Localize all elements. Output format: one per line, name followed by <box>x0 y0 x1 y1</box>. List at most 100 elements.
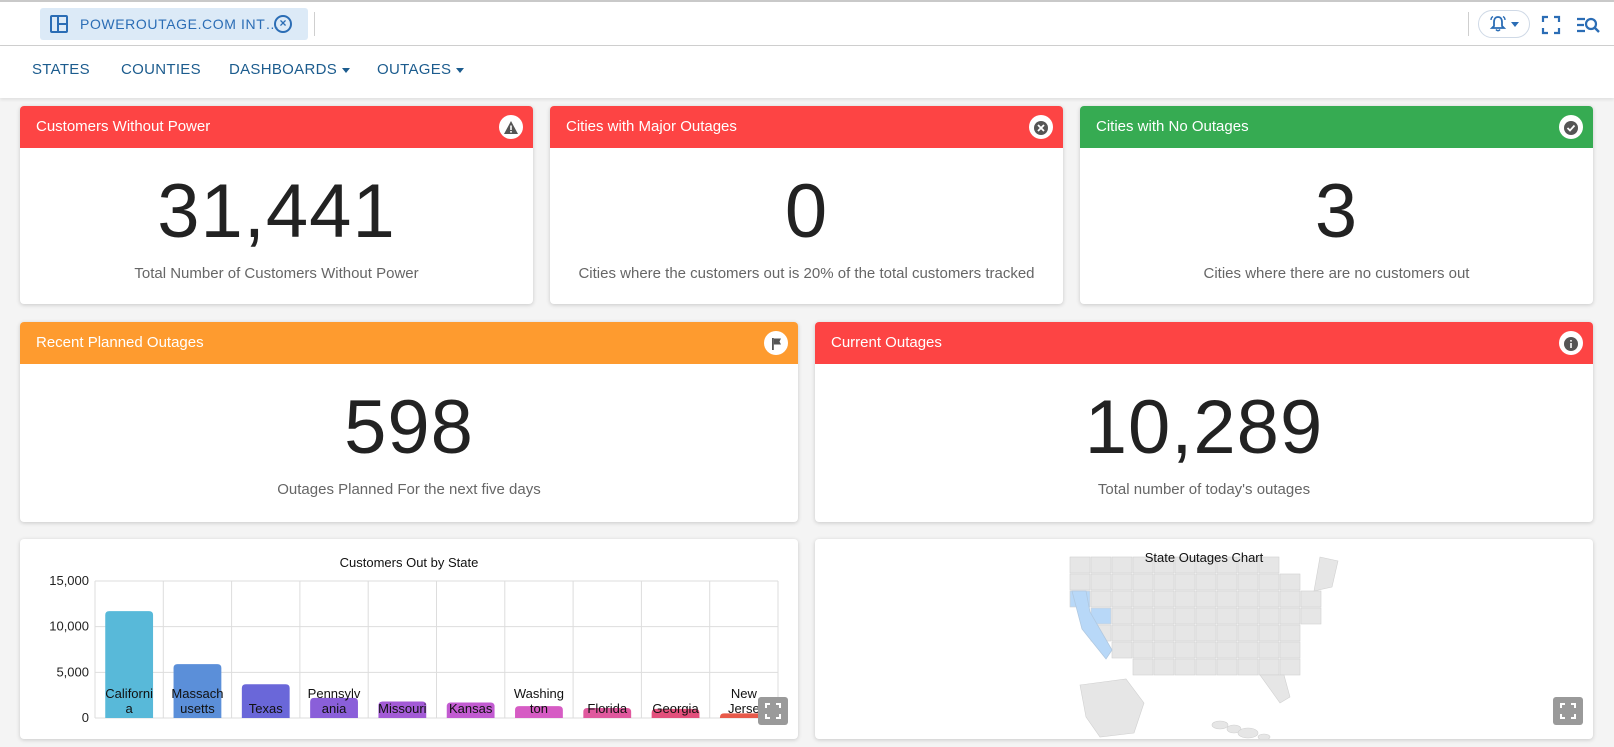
top-bar: POWEROUTAGE.COM INT… × <box>0 0 1614 46</box>
state-shape[interactable] <box>1259 674 1291 704</box>
state-shape[interactable] <box>1216 658 1238 676</box>
state-shape[interactable] <box>1174 658 1196 676</box>
x-tick-label: Californi <box>105 686 153 701</box>
nav-label: STATES <box>32 61 90 78</box>
expand-map-button[interactable] <box>1553 697 1583 725</box>
state-shape[interactable] <box>1111 590 1133 608</box>
alerts-button[interactable] <box>1478 10 1530 38</box>
state-shape[interactable] <box>1132 607 1154 625</box>
nav-states[interactable]: STATES <box>32 61 90 78</box>
state-shape[interactable] <box>1174 624 1196 642</box>
state-shape[interactable] <box>1111 607 1133 625</box>
fullscreen-icon[interactable] <box>1540 14 1562 36</box>
state-shape[interactable] <box>1111 573 1133 591</box>
x-tick-label: Kansas <box>449 701 493 716</box>
nav-counties[interactable]: COUNTIES <box>121 61 201 78</box>
x-tick-label: ton <box>530 701 548 716</box>
card-subtitle: Cities where the customers out is 20% of… <box>578 265 1035 282</box>
state-shape[interactable] <box>1132 590 1154 608</box>
state-shape[interactable] <box>1111 641 1133 659</box>
state-shape[interactable] <box>1153 641 1175 659</box>
card-value: 10,289 <box>1084 385 1324 470</box>
fullscreen-icon <box>765 703 781 719</box>
state-shape[interactable] <box>1216 641 1238 659</box>
state-shape[interactable] <box>1237 590 1259 608</box>
dashboard-layout-icon <box>50 15 68 33</box>
state-shape[interactable] <box>1237 727 1259 739</box>
state-shape[interactable] <box>1279 641 1301 659</box>
state-shape[interactable] <box>1211 720 1229 730</box>
state-shape[interactable] <box>1174 641 1196 659</box>
state-shape[interactable] <box>1153 590 1175 608</box>
chevron-down-icon <box>1511 21 1519 27</box>
state-shape[interactable] <box>1300 607 1322 625</box>
dashboard-tab[interactable]: POWEROUTAGE.COM INT… × <box>40 8 308 40</box>
state-shape[interactable] <box>1132 658 1154 676</box>
card-value: 0 <box>784 169 829 254</box>
state-shape[interactable] <box>1195 658 1217 676</box>
state-shape[interactable] <box>1090 573 1112 591</box>
warning-icon <box>499 115 523 139</box>
card-subtitle: Cities where there are no customers out <box>1203 265 1470 282</box>
state-shape[interactable] <box>1300 590 1322 608</box>
state-shape[interactable] <box>1258 641 1280 659</box>
state-shape[interactable] <box>1195 573 1217 591</box>
state-shape[interactable] <box>1153 607 1175 625</box>
state-shape[interactable] <box>1132 641 1154 659</box>
state-shape[interactable] <box>1195 641 1217 659</box>
expand-chart-button[interactable] <box>758 697 788 725</box>
state-shape[interactable] <box>1174 590 1196 608</box>
state-shape[interactable] <box>1279 624 1301 642</box>
state-shape[interactable] <box>1195 624 1217 642</box>
state-shape[interactable] <box>1258 590 1280 608</box>
card-header: Cities with Major Outages <box>550 106 1063 148</box>
card-title: Recent Planned Outages <box>36 334 204 351</box>
state-shape[interactable] <box>1258 573 1280 591</box>
state-shape[interactable] <box>1153 658 1175 676</box>
close-tab-icon[interactable]: × <box>274 15 292 33</box>
x-tick-label: Florida <box>587 701 628 716</box>
card-value: 598 <box>344 385 474 470</box>
state-shape[interactable] <box>1153 624 1175 642</box>
state-shape[interactable] <box>1237 573 1259 591</box>
card-header: Customers Without Power <box>20 106 533 148</box>
planned-outages-card: Recent Planned Outages 598 Outages Plann… <box>20 322 798 522</box>
state-shape[interactable] <box>1079 678 1145 738</box>
state-shape[interactable] <box>1257 733 1271 739</box>
card-value: 31,441 <box>157 169 396 254</box>
search-list-icon[interactable] <box>1576 14 1600 36</box>
state-shape[interactable] <box>1153 573 1175 591</box>
info-icon <box>1559 331 1583 355</box>
state-shape[interactable] <box>1279 658 1301 676</box>
state-shape[interactable] <box>1258 607 1280 625</box>
card-value: 3 <box>1314 169 1359 254</box>
state-shape[interactable] <box>1174 607 1196 625</box>
state-shape[interactable] <box>1237 641 1259 659</box>
state-shape[interactable] <box>1132 573 1154 591</box>
state-shape[interactable] <box>1237 624 1259 642</box>
state-shape[interactable] <box>1195 590 1217 608</box>
state-shape[interactable] <box>1216 607 1238 625</box>
nav-dashboards-dropdown[interactable]: DASHBOARDS <box>229 61 351 78</box>
state-shape[interactable] <box>1237 658 1259 676</box>
state-shape[interactable] <box>1279 573 1301 591</box>
state-shape[interactable] <box>1216 573 1238 591</box>
state-shape[interactable] <box>1279 590 1301 608</box>
state-shape[interactable] <box>1258 624 1280 642</box>
state-shape[interactable] <box>1279 607 1301 625</box>
nav-outages-dropdown[interactable]: OUTAGES <box>377 61 465 78</box>
state-shape[interactable] <box>1216 590 1238 608</box>
state-shape[interactable] <box>1111 624 1133 642</box>
state-shape[interactable] <box>1132 624 1154 642</box>
state-shape[interactable] <box>1258 658 1280 676</box>
y-tick-label: 15,000 <box>49 573 89 588</box>
state-shape[interactable] <box>1237 607 1259 625</box>
state-shape[interactable] <box>1069 573 1091 591</box>
fullscreen-icon <box>1560 703 1576 719</box>
state-shape[interactable] <box>1216 624 1238 642</box>
nav-label: COUNTIES <box>121 61 201 78</box>
state-shape[interactable] <box>1090 590 1112 608</box>
state-shape[interactable] <box>1195 607 1217 625</box>
card-header: Recent Planned Outages <box>20 322 798 364</box>
state-shape[interactable] <box>1174 573 1196 591</box>
